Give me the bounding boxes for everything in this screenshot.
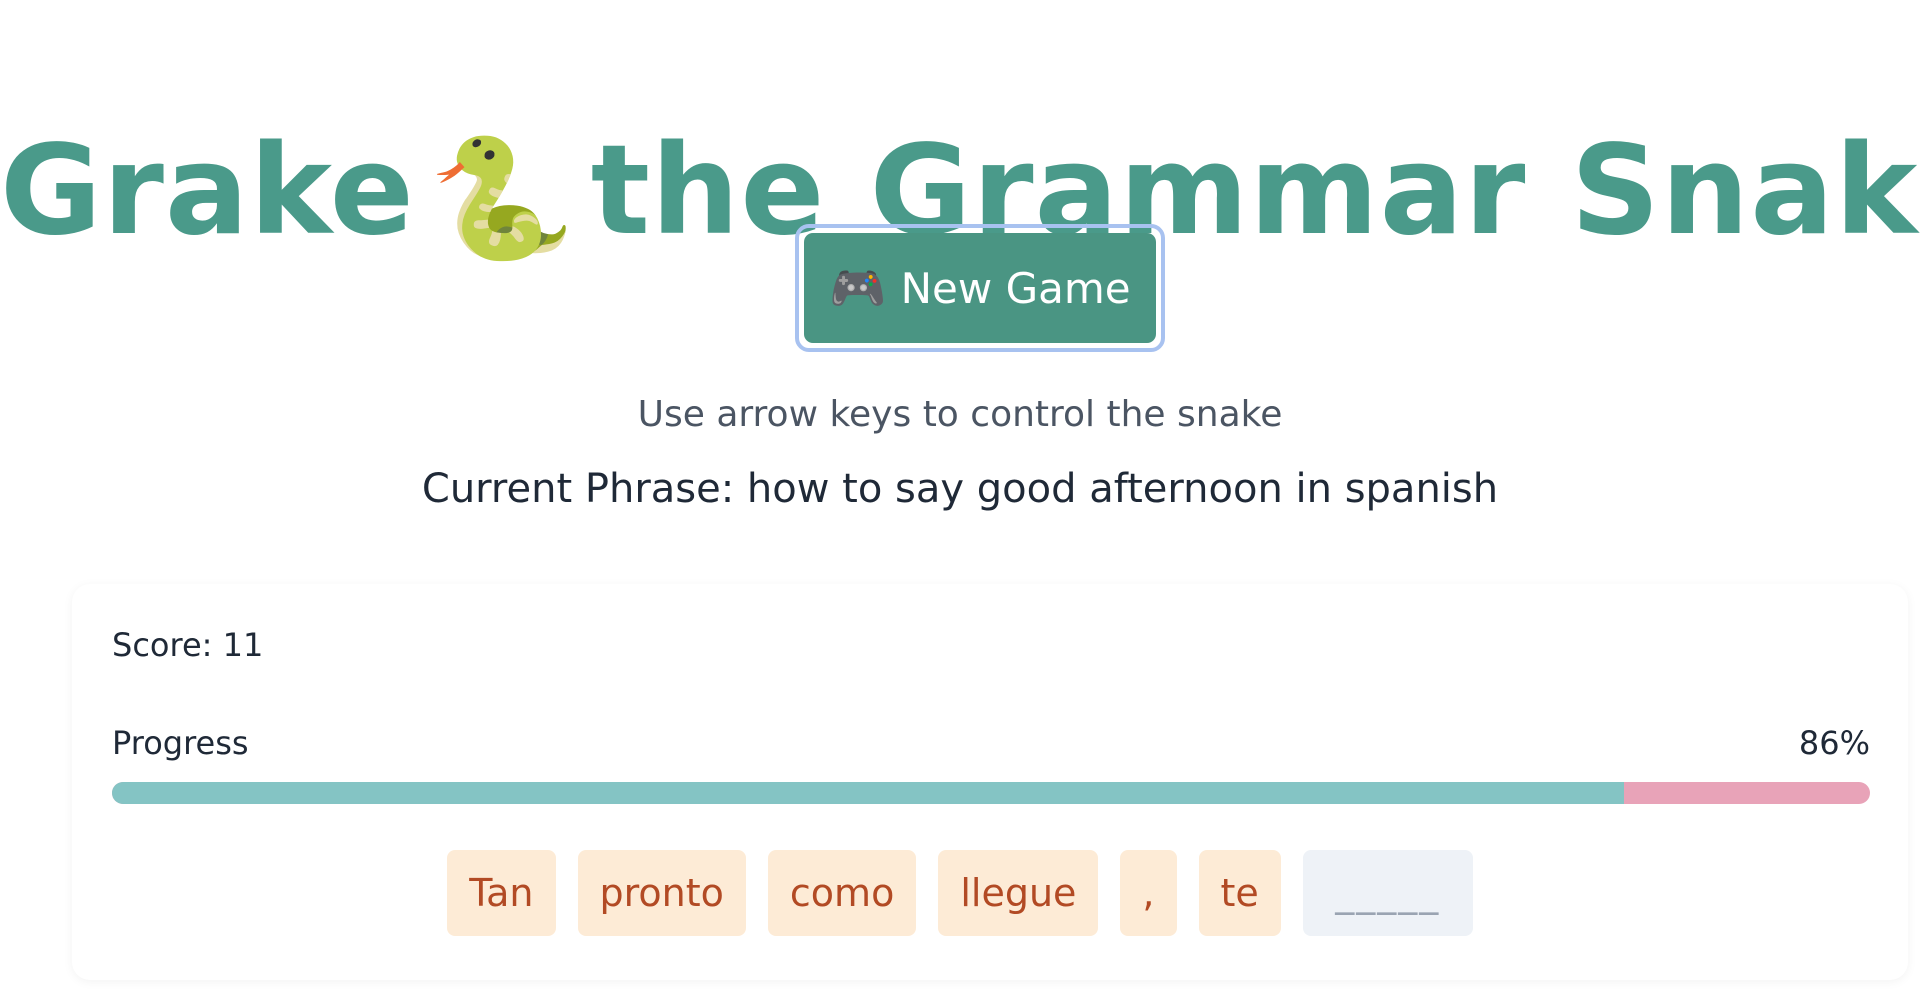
new-game-focus-ring: 🎮 New Game [795, 224, 1165, 352]
title-text-start: Grake [0, 119, 415, 264]
current-phrase-value: how to say good afternoon in spanish [746, 466, 1499, 512]
score-label: Score: [112, 626, 213, 664]
word-token: , [1120, 850, 1177, 936]
title-text-end: the Grammar Snake [590, 119, 1920, 264]
controller-icon: 🎮 [829, 261, 887, 315]
progress-label: Progress [112, 724, 249, 762]
instructions-text: Use arrow keys to control the snake [637, 394, 1283, 435]
current-phrase-label: Current Phrase: [421, 466, 735, 512]
score-display: Score: 11 [112, 626, 263, 664]
new-game-button[interactable]: 🎮 New Game [804, 233, 1156, 343]
game-page: Grake 🐍 the Grammar Snake 🎮 New Game Use a… [0, 0, 1920, 1000]
snake-icon: 🐍 [428, 129, 577, 268]
progress-bar [112, 782, 1870, 804]
progress-bar-fill [112, 782, 1624, 804]
blank-word-slot: _____ [1302, 850, 1473, 936]
new-game-label: New Game [900, 263, 1131, 313]
word-token: te [1198, 850, 1281, 936]
word-token: Tan [447, 850, 556, 936]
current-phrase: Current Phrase: how to say good afternoo… [0, 466, 1920, 512]
progress-percent: 86% [1798, 724, 1870, 762]
word-tokens: Tan pronto como llegue , te _____ [0, 850, 1920, 936]
word-token: llegue [938, 850, 1099, 936]
word-token: como [767, 850, 917, 936]
word-token: pronto [577, 850, 746, 936]
score-value: 11 [222, 626, 264, 664]
